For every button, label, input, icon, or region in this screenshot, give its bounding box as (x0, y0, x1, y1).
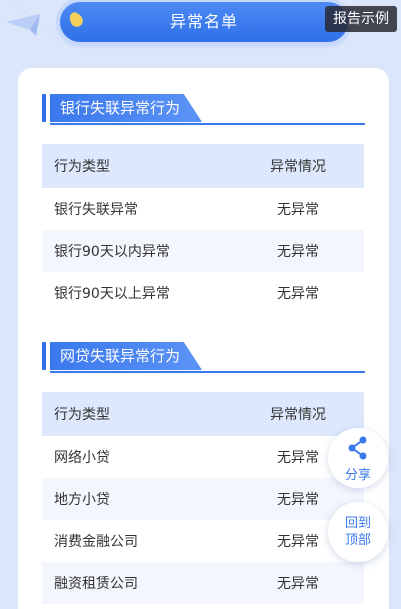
bank-table: 行为类型 异常情况 银行失联异常 无异常 银行90天以内异常 无异常 银行90天… (42, 144, 364, 314)
table-header-row: 行为类型 异常情况 (42, 144, 364, 188)
table-row: 融资租赁公司 无异常 (42, 562, 364, 604)
table-row: 银行失联异常 无异常 (42, 188, 364, 230)
page-title: 异常名单 (60, 2, 348, 42)
column-header: 异常情况 (270, 407, 326, 423)
online-loan-table: 行为类型 异常情况 网络小贷 无异常 地方小贷 无异常 消费金融公司 无异常 融… (42, 392, 364, 604)
table-row: 银行90天以内异常 无异常 (42, 230, 364, 272)
back-to-top-label-line1: 回到 (344, 516, 371, 531)
column-header: 异常情况 (270, 159, 326, 175)
anomaly-status: 无异常 (277, 202, 319, 218)
behavior-type: 地方小贷 (54, 492, 110, 508)
section-title: 网贷失联异常行为 (50, 342, 203, 370)
share-label: 分享 (344, 468, 371, 483)
behavior-type: 银行失联异常 (54, 202, 138, 218)
share-button[interactable]: 分享 (328, 428, 388, 488)
anomaly-status: 无异常 (277, 244, 319, 260)
column-header: 行为类型 (54, 159, 110, 175)
table-row: 消费金融公司 无异常 (42, 520, 364, 562)
section-title: 银行失联异常行为 (50, 94, 203, 122)
column-header: 行为类型 (54, 407, 110, 423)
back-to-top-label-line2: 顶部 (344, 533, 371, 548)
share-icon (348, 436, 367, 460)
section-underline (50, 371, 365, 373)
report-example-button[interactable]: 报告示例 (325, 6, 397, 32)
table-row: 网络小贷 无异常 (42, 436, 364, 478)
anomaly-status: 无异常 (277, 286, 319, 302)
back-to-top-button[interactable]: 回到 顶部 (328, 502, 388, 562)
behavior-type: 网络小贷 (54, 450, 110, 466)
behavior-type: 消费金融公司 (54, 534, 138, 550)
behavior-type: 银行90天以内异常 (54, 244, 170, 260)
table-header-row: 行为类型 异常情况 (42, 392, 364, 436)
behavior-type: 银行90天以上异常 (54, 286, 170, 302)
section-accent-bar (42, 342, 46, 370)
section-accent-bar (42, 94, 46, 122)
table-row: 银行90天以上异常 无异常 (42, 272, 364, 314)
table-row: 地方小贷 无异常 (42, 478, 364, 520)
section-underline (50, 123, 365, 125)
behavior-type: 融资租赁公司 (54, 576, 138, 592)
anomaly-status: 无异常 (277, 576, 319, 592)
